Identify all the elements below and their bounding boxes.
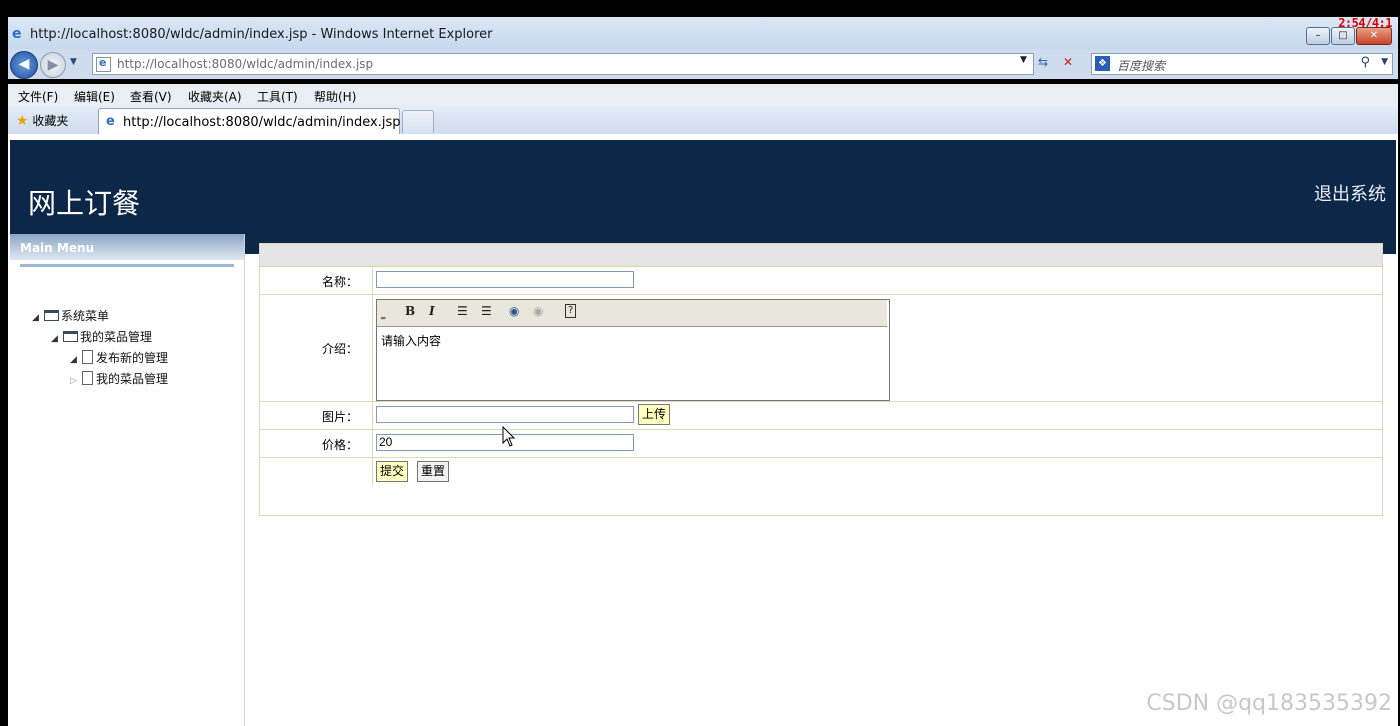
menu-favorites[interactable]: 收藏夹(A) (188, 88, 242, 105)
window-title: http://localhost:8080/wldc/admin/index.j… (30, 27, 493, 42)
form-row-image: 图片： 上传 (260, 402, 1382, 430)
expand-arrow-icon[interactable]: ◢ (51, 334, 63, 344)
divider (20, 264, 234, 267)
cursor-icon (502, 426, 516, 447)
link-icon[interactable]: ◉ (509, 304, 519, 318)
file-icon (82, 371, 93, 385)
tree-label: 我的菜品管理 (80, 330, 153, 344)
star-icon: ★ (16, 113, 29, 129)
bold-icon[interactable]: B (405, 304, 415, 318)
rich-text-editor[interactable]: ‗ B I ☰ ☰ ◉ ◉ ? 请输入内容 (376, 299, 890, 401)
price-label: 价格： (321, 438, 358, 452)
site-title: 网上订餐 (28, 187, 141, 220)
back-button[interactable]: ◀ (10, 51, 38, 79)
editor-content[interactable]: 请输入内容 (381, 332, 441, 349)
favorites-label: 收藏夹 (32, 114, 69, 128)
toolbar-handle-icon: ‗ (381, 310, 386, 320)
tree-item-my-dishes[interactable]: ▷ 我的菜品管理 (70, 370, 168, 387)
label-cell: 介绍： (260, 295, 373, 401)
form-row-intro: 介绍： ‗ B I ☰ ☰ ◉ ◉ ? 请输入内容 (260, 295, 1382, 402)
label-cell: 名称： (260, 267, 373, 294)
minimize-button[interactable]: – (1306, 27, 1330, 45)
dish-form: 名称： 介绍： ‗ B I ☰ ☰ ◉ ◉ ? 请输入内容 图片： 上传 价格：… (259, 243, 1383, 516)
maximize-icon: □ (1338, 30, 1348, 41)
search-placeholder: 百度搜索 (1117, 59, 1166, 73)
tree-label: 系统菜单 (61, 309, 110, 323)
search-icon[interactable]: ⚲ (1360, 55, 1370, 70)
tree-item-system-menu[interactable]: ◢ 系统菜单 (32, 307, 109, 324)
folder-icon (44, 310, 59, 321)
title-bar: e http://localhost:8080/wldc/admin/index… (8, 16, 1398, 49)
form-row-actions: 提交 重置 (260, 458, 1382, 485)
editor-toolbar: ‗ B I ☰ ☰ ◉ ◉ ? (377, 300, 887, 327)
watermark: CSDN @qq183535392 (1146, 691, 1392, 716)
ie-icon: e (106, 114, 115, 129)
menu-tools[interactable]: 工具(T) (257, 88, 298, 105)
submit-button[interactable]: 提交 (376, 461, 409, 482)
forward-icon: ▶ (47, 57, 59, 73)
label-cell: 图片： (260, 402, 373, 429)
name-input[interactable] (376, 271, 634, 288)
main-menu-header: Main Menu (10, 234, 244, 260)
baidu-icon: ❖ (1095, 56, 1110, 71)
expand-arrow-icon[interactable]: ◢ (32, 313, 44, 323)
search-input[interactable]: ❖ 百度搜索 ⚲ ▼ (1091, 53, 1393, 75)
search-dropdown[interactable]: ▼ (1381, 57, 1388, 67)
ordered-list-icon[interactable]: ☰ (457, 304, 468, 318)
image-label: 图片： (321, 410, 358, 424)
address-dropdown[interactable]: ▼ (1020, 55, 1027, 65)
tree-label: 我的菜品管理 (96, 372, 169, 386)
new-tab-button[interactable] (402, 110, 434, 133)
form-row-name: 名称： (260, 267, 1382, 295)
form-row-price: 价格： (260, 430, 1382, 458)
address-row: ◀ ▶ ▼ http://localhost:8080/wldc/admin/i… (8, 49, 1398, 79)
close-icon: ✕ (1369, 30, 1379, 41)
menu-file[interactable]: 文件(F) (18, 88, 58, 105)
expand-arrow-icon[interactable]: ◢ (70, 355, 82, 365)
italic-icon[interactable]: I (429, 304, 435, 318)
maximize-button[interactable]: □ (1331, 27, 1355, 45)
menu-bar: 文件(F) 编辑(E) 查看(V) 收藏夹(A) 工具(T) 帮助(H) (8, 84, 1398, 106)
address-input[interactable]: http://localhost:8080/wldc/admin/index.j… (92, 53, 1034, 75)
unlink-icon[interactable]: ◉ (533, 304, 543, 318)
form-header (260, 244, 1382, 267)
help-icon[interactable]: ? (565, 304, 577, 318)
unordered-list-icon[interactable]: ☰ (481, 304, 492, 318)
collapse-arrow-icon[interactable]: ▷ (70, 376, 82, 386)
tab-current[interactable]: e http://localhost:8080/wldc/admin/index… (98, 108, 401, 135)
favorites-button[interactable]: ★ 收藏夹 (16, 112, 68, 129)
tree-item-publish-new[interactable]: ◢ 发布新的管理 (70, 349, 168, 366)
history-dropdown[interactable]: ▼ (70, 57, 77, 67)
minimize-icon: – (1315, 30, 1321, 41)
file-icon (82, 350, 93, 364)
back-icon: ◀ (18, 56, 30, 72)
label-cell: 价格： (260, 430, 373, 457)
address-url: http://localhost:8080/wldc/admin/index.j… (117, 57, 374, 71)
menu-help[interactable]: 帮助(H) (314, 88, 356, 105)
ie-icon: e (12, 26, 22, 42)
refresh-icon[interactable]: ⇆ (1038, 55, 1048, 69)
name-label: 名称： (321, 275, 358, 289)
folder-icon (63, 331, 78, 342)
page-content: 网上订餐 退出系统 Main Menu ◢ 系统菜单 ◢ 我的菜品管理 ◢ 发布新的管… (8, 134, 1398, 726)
close-button[interactable]: ✕ (1356, 27, 1392, 45)
label-cell (260, 458, 373, 485)
image-input[interactable] (376, 406, 634, 423)
upload-button[interactable]: 上传 (638, 404, 671, 425)
intro-label: 介绍： (321, 342, 358, 356)
tree-label: 发布新的管理 (96, 351, 169, 365)
tree-item-dish-management[interactable]: ◢ 我的菜品管理 (51, 328, 152, 345)
menu-edit[interactable]: 编辑(E) (74, 88, 115, 105)
sidebar: Main Menu ◢ 系统菜单 ◢ 我的菜品管理 ◢ 发布新的管理 ▷ 我的菜品管理 (10, 234, 245, 726)
main-menu-title: Main Menu (20, 241, 95, 255)
tab-bar: ★ 收藏夹 e http://localhost:8080/wldc/admin… (8, 106, 1398, 135)
page-icon (96, 56, 111, 72)
logout-link[interactable]: 退出系统 (1314, 180, 1386, 206)
reset-button[interactable]: 重置 (417, 461, 450, 482)
menu-view[interactable]: 查看(V) (130, 88, 172, 105)
stop-icon[interactable]: ✕ (1063, 55, 1073, 69)
tab-title: http://localhost:8080/wldc/admin/index.j… (123, 115, 401, 130)
forward-button[interactable]: ▶ (40, 52, 66, 78)
